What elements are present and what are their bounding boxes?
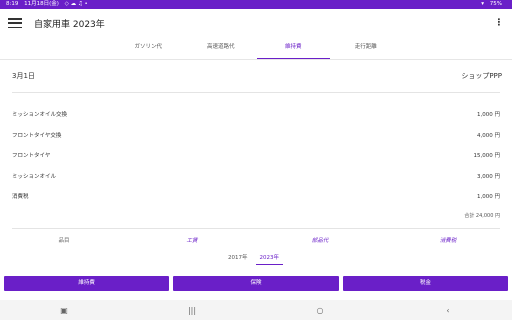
tab-mileage[interactable]: 走行距離 [330, 41, 403, 59]
item-amount: 1,000 円 [477, 194, 500, 201]
list-item[interactable]: ミッションオイル交換 1,000 円 [12, 104, 500, 125]
item-name: フロントタイヤ交換 [12, 132, 62, 139]
app-bar: 自家用車 2023年 ⋮ [0, 9, 512, 37]
page-title: 自家用車 2023年 [34, 19, 105, 30]
item-name: ミッションオイル [12, 173, 57, 180]
accessibility-icon[interactable]: ▣ [49, 306, 79, 315]
battery-level: 75% [489, 1, 502, 7]
entry-header[interactable]: 3月1日 ショップPPP [12, 71, 502, 81]
category-tax[interactable]: 消費税 [384, 236, 512, 244]
tab-gasoline[interactable]: ガソリン代 [112, 41, 185, 59]
tab-highway[interactable]: 高速道路代 [185, 41, 258, 59]
item-name: ミッションオイル交換 [12, 112, 68, 119]
item-list: ミッションオイル交換 1,000 円 フロントタイヤ交換 4,000 円 フロン… [12, 104, 500, 207]
maintenance-button[interactable]: 維持費 [4, 276, 170, 291]
total-amount: 合計 24,000 円 [464, 213, 500, 219]
list-item[interactable]: 消費税 1,000 円 [12, 186, 500, 207]
year-selector: 2017年 2023年 [224, 252, 287, 265]
list-item[interactable]: フロントタイヤ 15,000 円 [12, 145, 500, 166]
tabs-divider [0, 59, 512, 60]
category-parts[interactable]: 部品代 [256, 236, 384, 244]
more-vert-icon[interactable]: ⋮ [494, 18, 504, 28]
recents-icon[interactable]: ||| [177, 306, 207, 315]
entry-date: 3月1日 [12, 72, 35, 80]
hamburger-icon[interactable] [8, 18, 22, 28]
entry-divider [12, 92, 500, 93]
notification-icons: ◇ ☁ ♫ • [64, 1, 88, 7]
item-amount: 4,000 円 [477, 132, 500, 139]
list-item[interactable]: ミッションオイル 3,000 円 [12, 166, 500, 187]
item-amount: 3,000 円 [477, 173, 500, 180]
system-nav-bar: ▣ ||| ○ ‹ [0, 300, 512, 320]
tab-bar: ガソリン代 高速道路代 維持費 走行距離 [112, 41, 402, 59]
category-item[interactable]: 品目 [0, 236, 128, 244]
category-row: 品目 工賃 部品代 消費税 [0, 236, 512, 244]
action-buttons: 維持費 保険 税金 [4, 276, 508, 291]
year-2017[interactable]: 2017年 [224, 252, 252, 265]
status-date: 11月18日(金) [24, 1, 59, 7]
item-amount: 15,000 円 [473, 153, 501, 160]
year-2023[interactable]: 2023年 [255, 252, 283, 265]
back-icon[interactable]: ‹ [433, 306, 463, 315]
item-name: フロントタイヤ [12, 153, 51, 160]
tax-button[interactable]: 税金 [342, 276, 508, 291]
category-labor[interactable]: 工賃 [128, 236, 256, 244]
insurance-button[interactable]: 保険 [173, 276, 339, 291]
signal-icon: ▾ [481, 1, 485, 7]
entry-shop: ショップPPP [461, 72, 502, 80]
status-bar: 8:19 11月18日(金) ◇ ☁ ♫ • ▾ 75% [0, 0, 512, 9]
status-time: 8:19 [6, 1, 19, 7]
item-amount: 1,000 円 [477, 112, 500, 119]
home-icon[interactable]: ○ [305, 306, 335, 315]
total-divider [12, 228, 500, 229]
tab-maintenance[interactable]: 維持費 [257, 41, 330, 59]
item-name: 消費税 [12, 194, 29, 201]
list-item[interactable]: フロントタイヤ交換 4,000 円 [12, 125, 500, 146]
